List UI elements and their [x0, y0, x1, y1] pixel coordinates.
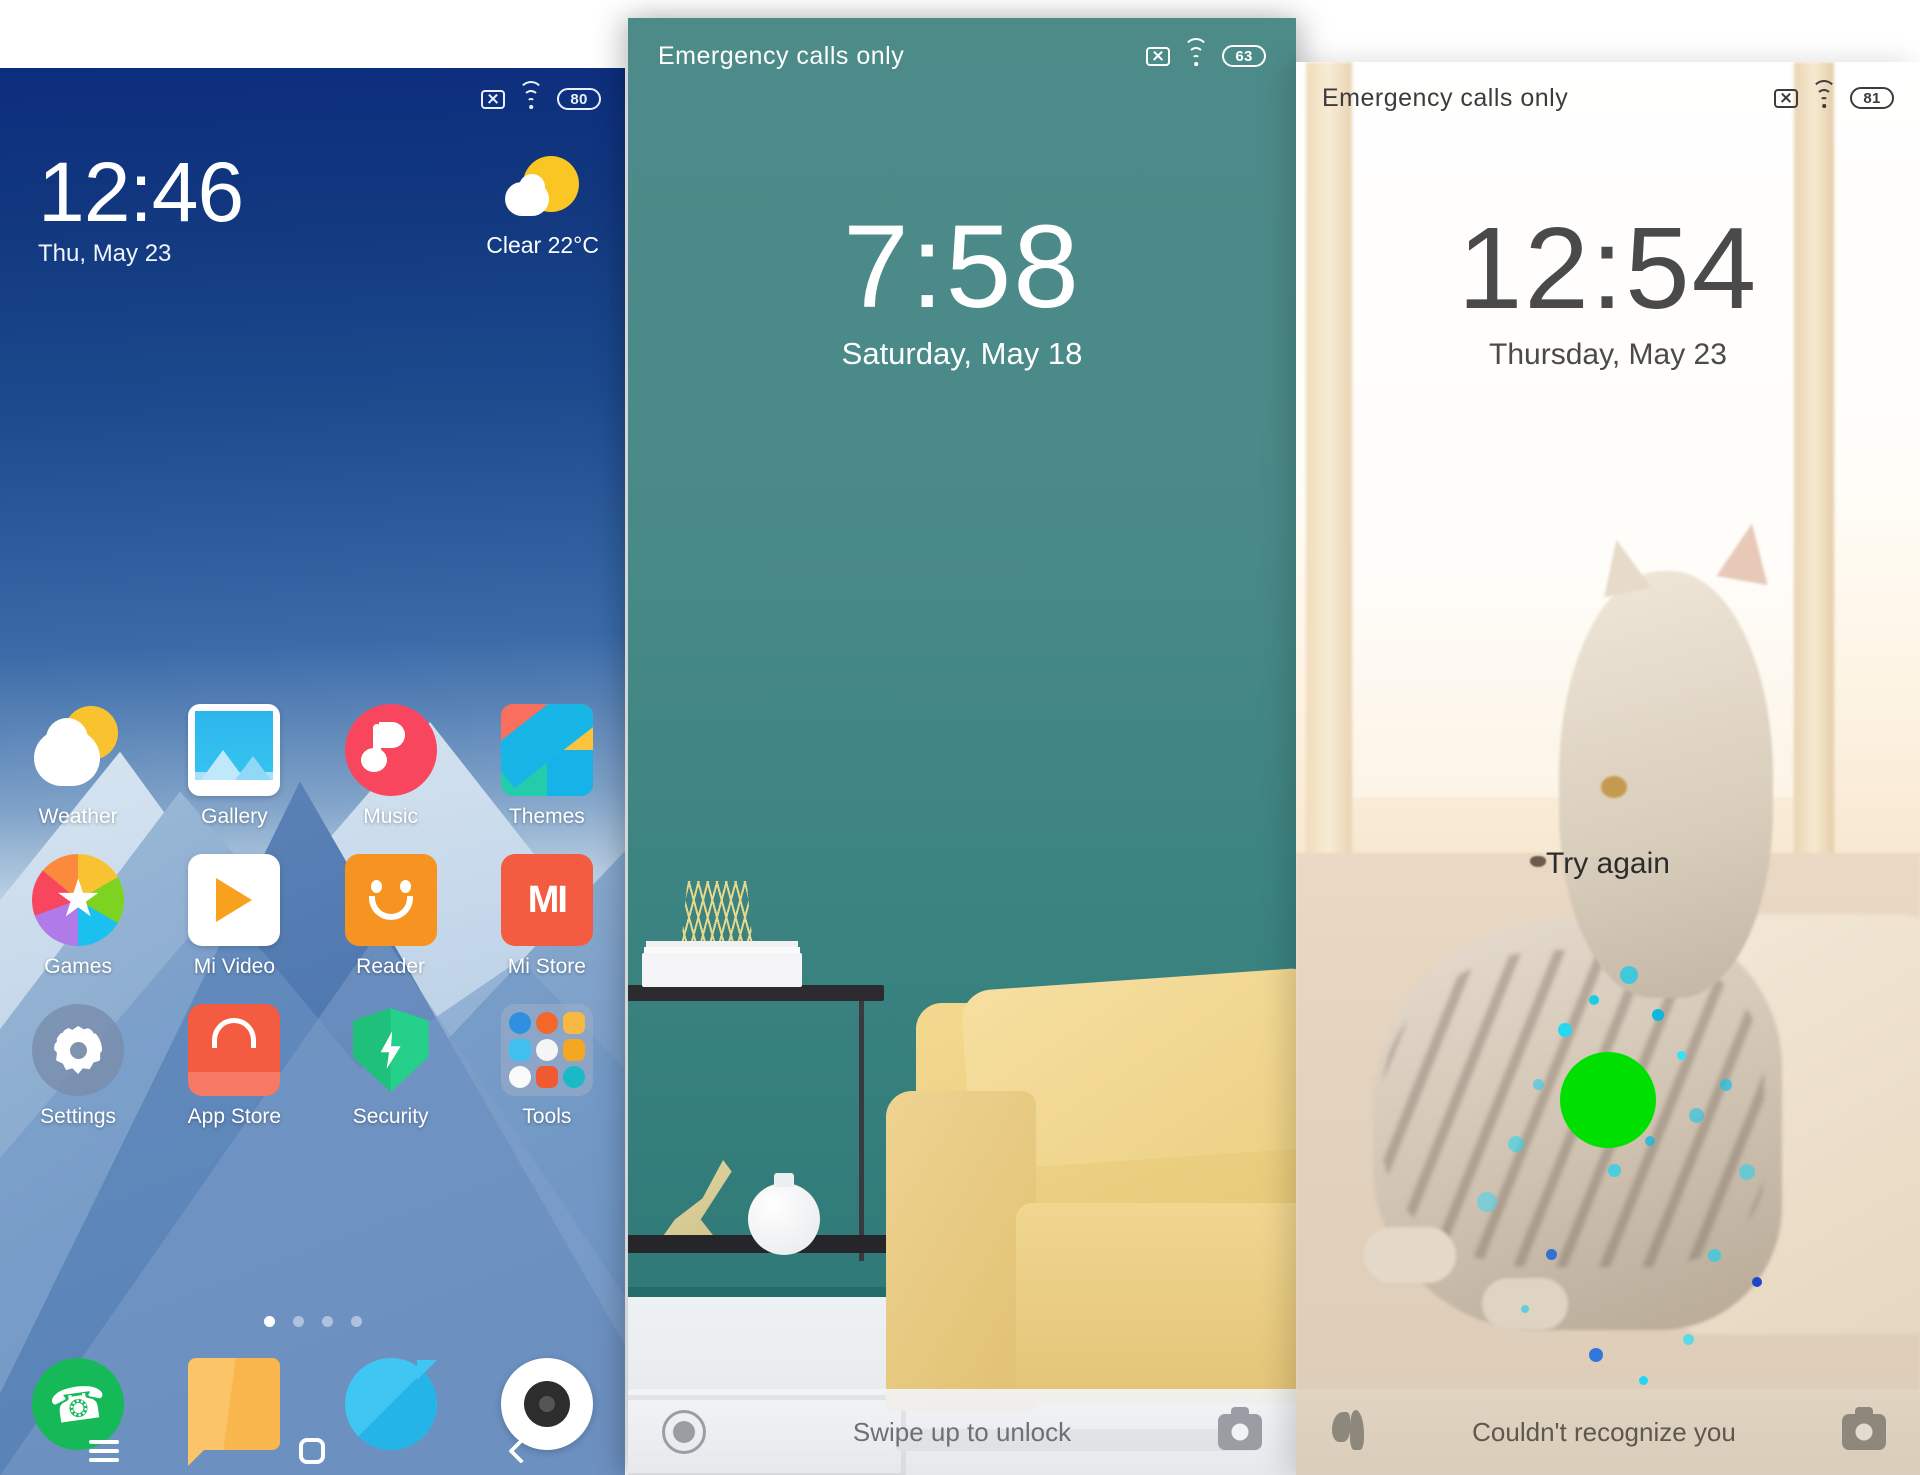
lock-teal-date: Saturday, May 18	[841, 336, 1083, 371]
app-label: Gallery	[201, 805, 268, 828]
living-room-wallpaper	[628, 835, 1296, 1475]
voice-recorder-icon[interactable]	[662, 1410, 706, 1454]
status-icons: 63	[1146, 38, 1266, 67]
page-dot-active[interactable]	[263, 1316, 275, 1327]
face-unlock-message: Try again	[1546, 847, 1670, 880]
app-mi-video[interactable]: Mi Video	[156, 854, 312, 979]
page-dot[interactable]	[350, 1316, 362, 1327]
carrier-label: Emergency calls only	[658, 41, 905, 70]
lock-cat-status-bar: Emergency calls only 81	[1296, 80, 1920, 114]
app-security[interactable]: Security	[313, 1004, 469, 1129]
lock-teal-status-bar: Emergency calls only 63	[628, 38, 1296, 72]
battery-icon: 81	[1850, 87, 1894, 109]
camera-icon[interactable]	[1218, 1414, 1262, 1450]
face-unlock-indicator	[1560, 1052, 1656, 1148]
carrier-label: Emergency calls only	[1322, 83, 1569, 112]
app-games[interactable]: ★ Games	[0, 854, 156, 979]
home-icon[interactable]	[299, 1438, 326, 1464]
camera-icon[interactable]	[1842, 1414, 1886, 1450]
app-label: Music	[363, 805, 419, 828]
app-mi-store[interactable]: MI Mi Store	[469, 854, 625, 979]
lock-teal-time: 7:58	[843, 201, 1081, 333]
app-label: Games	[44, 955, 112, 978]
app-store-app-icon	[188, 1004, 281, 1096]
reader-app-icon	[344, 854, 437, 946]
phone-panel-lockscreen-teal: Emergency calls only 63 7:58 Saturday, M…	[628, 18, 1296, 1475]
lock-teal-clock: 7:58 Saturday, May 18	[628, 208, 1296, 372]
wifi-icon	[518, 81, 544, 109]
page-dot[interactable]	[292, 1316, 304, 1327]
app-label: Mi Store	[507, 955, 586, 978]
settings-app-icon	[32, 1004, 125, 1096]
app-label: Mi Video	[193, 955, 276, 978]
app-label: Reader	[356, 955, 426, 978]
app-label: Tools	[522, 1105, 572, 1128]
mi-video-app-icon	[188, 854, 281, 946]
wifi-icon	[1183, 38, 1209, 66]
home-clock-time: 12:46	[38, 145, 244, 239]
app-app-store[interactable]: App Store	[156, 1004, 312, 1129]
lock-cat-time: 12:54	[1457, 203, 1759, 333]
app-label: Security	[352, 1105, 429, 1128]
yellow-sofa	[886, 966, 1296, 1451]
side-table-upper-legs	[628, 1001, 864, 1261]
app-label: Themes	[508, 805, 585, 828]
battery-icon: 63	[1222, 45, 1266, 67]
weather-app-icon	[32, 704, 124, 796]
app-reader[interactable]: Reader	[313, 854, 469, 979]
no-sim-icon	[481, 89, 505, 109]
lock-cat-clock: 12:54 Thursday, May 23	[1296, 210, 1920, 372]
home-status-bar: 80	[0, 81, 625, 114]
kitten-photo	[1346, 519, 1800, 1362]
unlock-hint-text: Swipe up to unlock	[852, 1416, 1072, 1447]
home-clock-date: Thu, May 23	[38, 240, 172, 267]
flashlight-flower-icon[interactable]	[1330, 1410, 1366, 1454]
screenshot-stage: 80 12:46 Thu, May 23 Clear 22°C Weather	[0, 0, 1920, 1475]
page-indicator	[0, 1316, 625, 1327]
no-sim-icon	[1146, 46, 1170, 66]
games-app-icon: ★	[32, 854, 125, 946]
app-gallery[interactable]: Gallery	[156, 704, 312, 829]
tools-folder-icon	[500, 1004, 593, 1096]
app-label: Weather	[38, 805, 118, 828]
weather-summary-text: Clear 22°C	[486, 232, 599, 258]
wifi-icon	[1811, 80, 1837, 108]
side-table-upper-top	[628, 985, 884, 1001]
status-icons: 80	[481, 81, 601, 110]
music-app-icon	[344, 704, 437, 796]
back-icon[interactable]	[508, 1438, 534, 1464]
lock-cat-unlock-bar: Couldn't recognize you	[1296, 1389, 1920, 1475]
home-weather-widget[interactable]: Clear 22°C	[486, 156, 599, 259]
app-settings[interactable]: Settings	[0, 1004, 156, 1129]
stacked-books	[642, 953, 802, 987]
app-weather[interactable]: Weather	[0, 704, 156, 829]
status-icons: 81	[1774, 80, 1894, 109]
battery-icon: 80	[557, 88, 601, 110]
app-label: App Store	[187, 1105, 282, 1128]
app-themes[interactable]: Themes	[469, 704, 625, 829]
no-sim-icon	[1774, 88, 1798, 108]
mi-store-app-icon: MI	[500, 854, 593, 946]
lock-teal-unlock-bar: Swipe up to unlock	[628, 1389, 1296, 1475]
page-dot[interactable]	[321, 1316, 333, 1327]
app-music[interactable]: Music	[313, 704, 469, 829]
white-round-vase	[748, 1183, 820, 1255]
sun-behind-cloud-icon	[503, 156, 583, 228]
app-tools-folder[interactable]: Tools	[469, 1004, 625, 1129]
phone-panel-home-screen: 80 12:46 Thu, May 23 Clear 22°C Weather	[0, 68, 625, 1475]
home-clock-widget[interactable]: 12:46 Thu, May 23	[38, 145, 244, 268]
navigation-bar	[0, 1428, 625, 1474]
phone-panel-lockscreen-cat: Emergency calls only 81 12:54 Thursday, …	[1296, 62, 1920, 1475]
themes-app-icon	[500, 704, 593, 796]
app-grid-row-2: ★ Games Mi Video Reader MI Mi Store	[0, 854, 625, 979]
app-grid-row-3: Settings App Store Security Tools	[0, 1004, 625, 1129]
wire-basket	[680, 881, 754, 957]
security-app-icon	[345, 1004, 437, 1096]
lock-cat-date: Thursday, May 23	[1489, 338, 1727, 371]
menu-icon[interactable]	[89, 1440, 120, 1462]
unlock-hint-text: Couldn't recognize you	[1472, 1416, 1736, 1447]
app-grid-row-1: Weather Gallery Music Themes	[0, 704, 625, 829]
app-label: Settings	[40, 1105, 117, 1128]
gallery-app-icon	[188, 704, 281, 796]
